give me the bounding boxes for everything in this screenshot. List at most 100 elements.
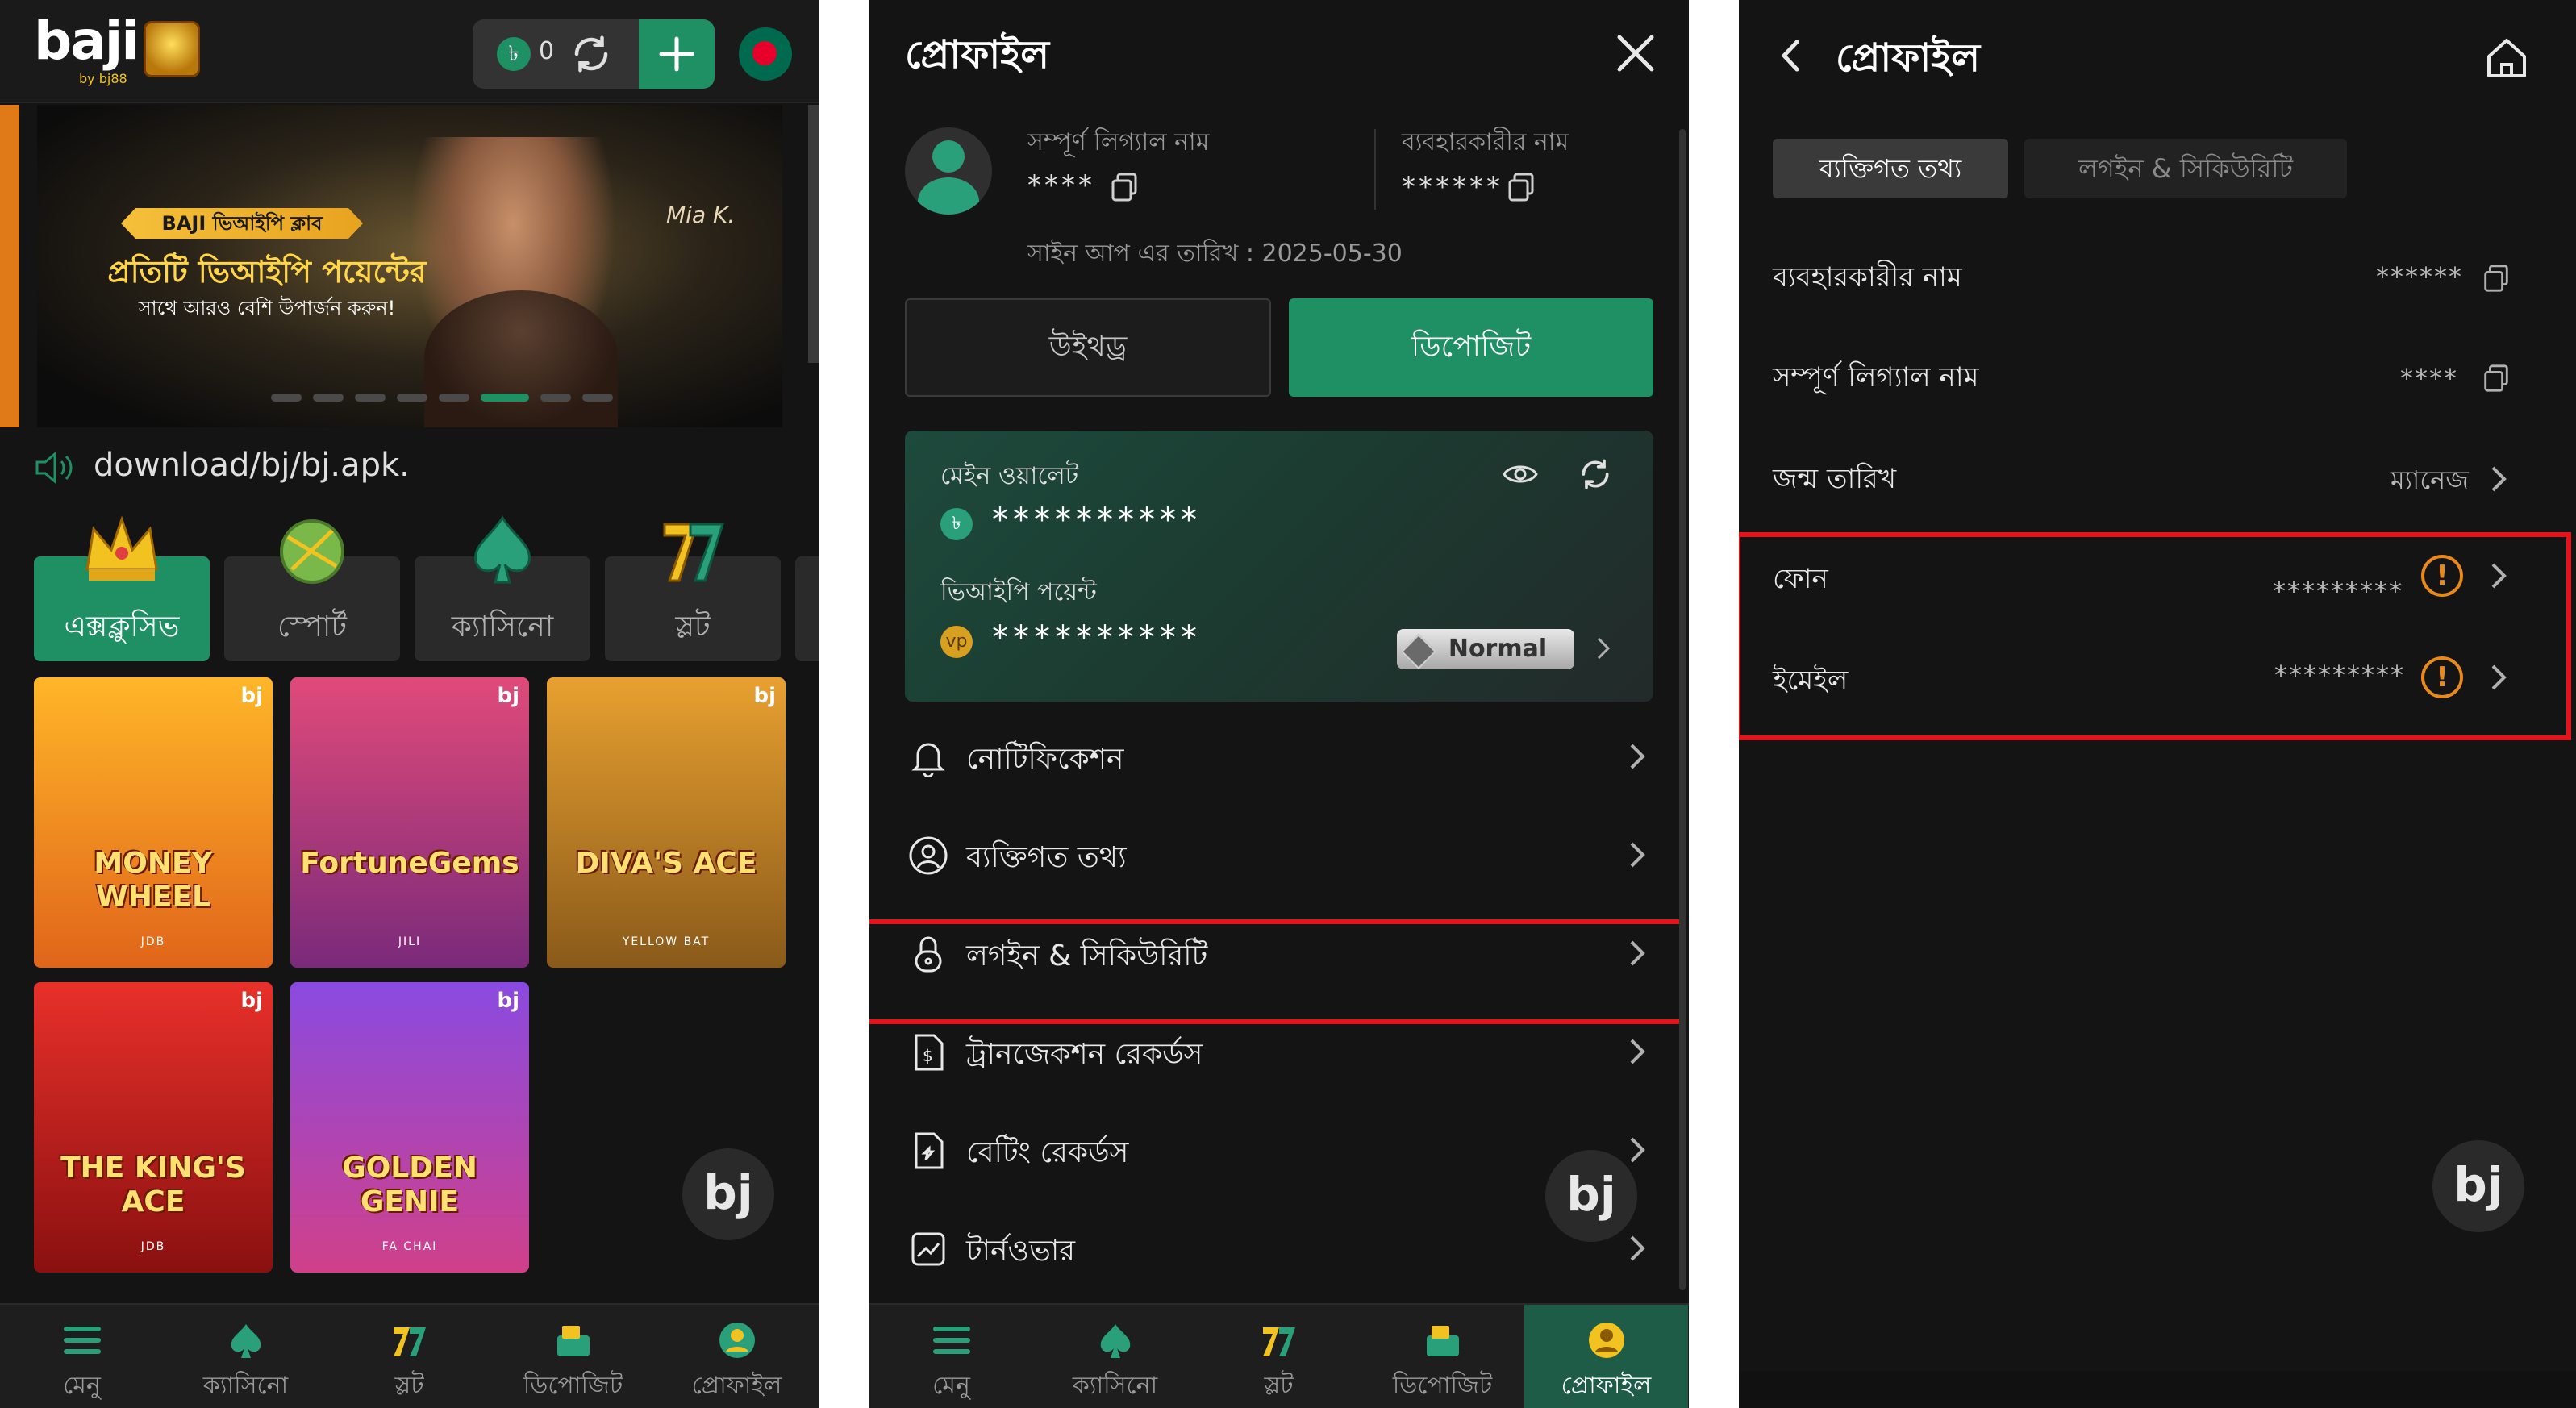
- copy-icon[interactable]: [1505, 171, 1537, 203]
- add-deposit-button[interactable]: [639, 19, 715, 89]
- menu-notification[interactable]: নোটিফিকেশন: [905, 716, 1653, 797]
- game-tile-fortune-gems[interactable]: bj FortuneGems JILI: [290, 677, 529, 968]
- bj-chat-button[interactable]: bj: [1545, 1150, 1637, 1242]
- full-name-value: ****: [1027, 169, 1095, 202]
- close-icon[interactable]: [1611, 29, 1660, 77]
- menu-transaction-records[interactable]: $ ট্রানজেকশন রেকর্ডস: [905, 1011, 1653, 1092]
- bj-chat-button[interactable]: bj: [682, 1148, 774, 1240]
- game-brand: bj: [240, 989, 263, 1013]
- row-value: ****: [2400, 363, 2458, 394]
- row-label: সম্পূর্ণ লিগ্যাল নাম: [1773, 361, 1979, 394]
- menu-label: ট্রানজেকশন রেকর্ডস: [966, 1038, 1203, 1071]
- scrollbar[interactable]: [808, 105, 819, 363]
- slot-icon: [1258, 1321, 1300, 1360]
- announcement-bar[interactable]: download/bj/bj.apk.: [34, 444, 792, 489]
- copy-icon[interactable]: [1108, 171, 1140, 203]
- category-more[interactable]: [795, 556, 819, 661]
- nav-slot[interactable]: স্লট: [327, 1305, 491, 1408]
- turnover-icon: [908, 1229, 948, 1269]
- deposit-icon: [1422, 1321, 1464, 1360]
- manage-link[interactable]: ম্যানেজ: [2391, 460, 2469, 503]
- menu-icon: [931, 1321, 973, 1360]
- nav-menu[interactable]: মেনু: [0, 1305, 164, 1408]
- bangladesh-flag-icon[interactable]: [739, 27, 792, 81]
- promo-banner[interactable]: BAJI ভিআইপি ক্লাব প্রতিটি ভিআইপি পয়েন্ট…: [37, 105, 782, 427]
- chevron-right-icon[interactable]: [1589, 634, 1618, 663]
- avatar-body: [918, 177, 979, 215]
- deposit-button[interactable]: ডিপোজিট: [1289, 298, 1653, 397]
- copy-icon[interactable]: [2481, 263, 2511, 294]
- vip-coin-icon: vp: [940, 626, 973, 658]
- scrollbar[interactable]: [1679, 129, 1686, 1290]
- baji-logo[interactable]: baji: [34, 10, 140, 72]
- tab-personal-info[interactable]: ব্যক্তিগত তথ্য: [1773, 139, 2008, 198]
- avatar-head: [932, 140, 965, 173]
- chevron-right-icon: [1621, 1134, 1653, 1166]
- bj-chat-button[interactable]: bj: [2432, 1140, 2524, 1232]
- withdraw-button[interactable]: উইথড্র: [905, 298, 1271, 397]
- chevron-right-icon: [2482, 560, 2515, 592]
- copy-icon[interactable]: [2481, 363, 2511, 394]
- club-badge-icon[interactable]: [144, 21, 200, 77]
- carousel-dot[interactable]: [271, 394, 302, 402]
- refresh-icon[interactable]: [569, 32, 613, 76]
- game-tile-golden-genie[interactable]: bj GOLDEN GENIE FA CHAI: [290, 982, 529, 1273]
- bottom-nav: মেনু ক্যাসিনো স্লট ডিপোজিট প্রোফাইল: [869, 1303, 1689, 1408]
- menu-icon: [61, 1321, 103, 1360]
- carousel-dot-active[interactable]: [481, 394, 529, 402]
- nav-deposit[interactable]: ডিপোজিট: [1361, 1305, 1524, 1408]
- vip-level-badge[interactable]: Normal: [1397, 629, 1574, 669]
- ball-icon: [268, 505, 356, 594]
- avatar[interactable]: [905, 127, 992, 215]
- home-icon[interactable]: [2481, 32, 2532, 84]
- nav-profile[interactable]: প্রোফাইল: [655, 1305, 819, 1408]
- full-name-row[interactable]: সম্পূর্ণ লিগ্যাল নাম ****: [1773, 334, 2539, 423]
- main-wallet-label: মেইন ওয়ালেট: [940, 462, 1079, 490]
- tab-login-security[interactable]: লগইন & সিকিউরিটি: [2024, 139, 2347, 198]
- profile-icon: [1586, 1321, 1628, 1360]
- refresh-icon[interactable]: [1578, 456, 1613, 492]
- carousel-dot[interactable]: [540, 394, 571, 402]
- phone-row[interactable]: ফোন ********* !: [1773, 535, 2539, 624]
- category-casino[interactable]: ক্যাসিনো: [415, 515, 590, 661]
- menu-turnover[interactable]: টার্নওভার: [905, 1208, 1653, 1289]
- nav-slot[interactable]: স্লট: [1197, 1305, 1361, 1408]
- nav-deposit[interactable]: ডিপোজিট: [491, 1305, 655, 1408]
- username-row[interactable]: ব্যবহারকারীর নাম ******: [1773, 234, 2539, 323]
- page-title: প্রোফাইল: [905, 32, 1049, 77]
- category-exclusive[interactable]: এক্সক্লুসিভ: [34, 515, 210, 661]
- carousel-dot[interactable]: [397, 394, 427, 402]
- full-name-label: সম্পূর্ণ লিগ্যাল নাম: [1027, 128, 1210, 156]
- category-slot[interactable]: স্লট: [605, 523, 781, 661]
- nav-menu[interactable]: মেনু: [869, 1305, 1033, 1408]
- profile-menu-screen: প্রোফাইল সম্পূর্ণ লিগ্যাল নাম **** ব্যবহ…: [869, 0, 1689, 1408]
- seven-icon: [648, 505, 737, 594]
- menu-personal-info[interactable]: ব্যক্তিগত তথ্য: [905, 814, 1653, 895]
- game-tile-money-wheel[interactable]: bj MONEY WHEEL JDB: [34, 677, 273, 968]
- vip-points-label: ভিআইপি পয়েন্ট: [940, 578, 1097, 606]
- back-arrow-icon[interactable]: [1771, 35, 1811, 76]
- menu-betting-records[interactable]: বেটিং রেকর্ডস: [905, 1110, 1653, 1190]
- chevron-right-icon: [1621, 839, 1653, 871]
- nav-profile[interactable]: প্রোফাইল: [1524, 1305, 1688, 1408]
- eye-icon[interactable]: [1502, 458, 1539, 490]
- carousel-dot[interactable]: [355, 394, 386, 402]
- category-label: স্লট: [675, 610, 711, 644]
- nav-casino[interactable]: ক্যাসিনো: [1033, 1305, 1197, 1408]
- category-label: ক্যাসিনো: [451, 610, 554, 644]
- birthdate-row[interactable]: জন্ম তারিখ ম্যানেজ: [1773, 435, 2539, 524]
- wallet-pill[interactable]: ৳ 0: [473, 19, 715, 89]
- email-row[interactable]: ইমেইল ********* !: [1773, 637, 2539, 726]
- spade-icon: [458, 505, 547, 594]
- game-provider: YELLOW BAT: [622, 935, 711, 948]
- banner-subtitle: সাথে আরও বেশি উপার্জন করুন!: [138, 297, 396, 319]
- game-tile-kings-ace[interactable]: bj THE KING'S ACE JDB: [34, 982, 273, 1273]
- nav-label: প্রোফাইল: [691, 1372, 782, 1400]
- game-tile-divas-ace[interactable]: bj DIVA'S ACE YELLOW BAT: [547, 677, 786, 968]
- category-sport[interactable]: স্পোর্ট: [224, 519, 400, 661]
- carousel-dot[interactable]: [439, 394, 469, 402]
- nav-casino[interactable]: ক্যাসিনো: [164, 1305, 327, 1408]
- carousel-dot[interactable]: [582, 394, 613, 402]
- carousel-dot[interactable]: [313, 394, 344, 402]
- crown-icon: [77, 505, 166, 594]
